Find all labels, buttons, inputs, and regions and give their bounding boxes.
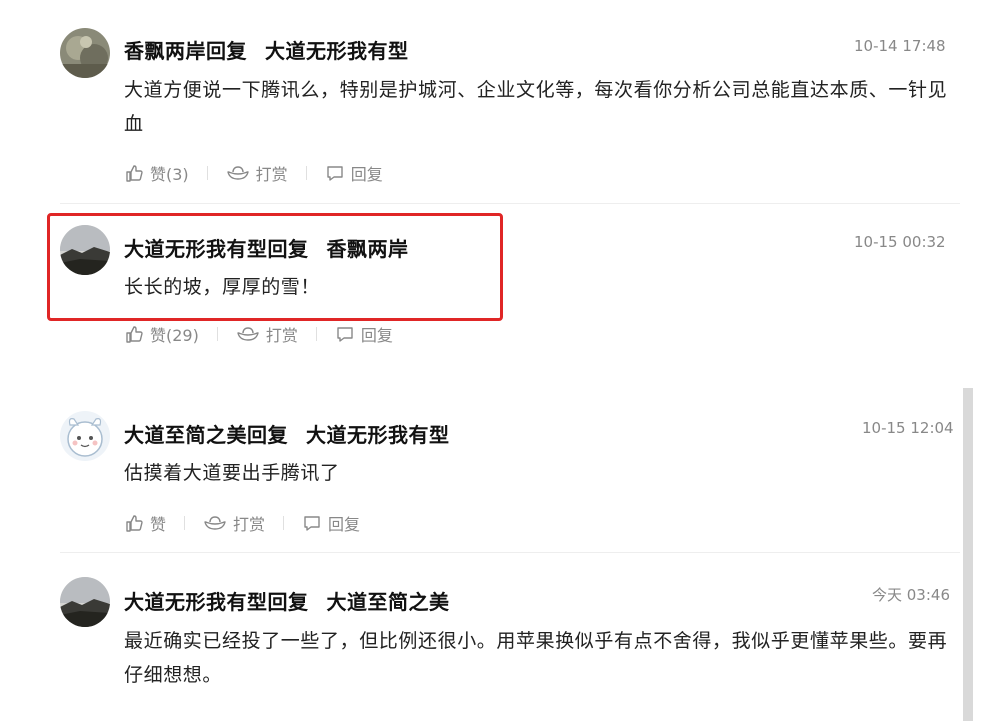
comment-divider bbox=[60, 203, 960, 204]
like-count: 赞(29) bbox=[150, 326, 199, 345]
avatar[interactable] bbox=[60, 411, 110, 461]
reply-target-name[interactable]: 大道至简之美 bbox=[327, 590, 450, 614]
thumbs-up-icon bbox=[126, 165, 143, 182]
avatar[interactable] bbox=[60, 28, 110, 78]
comment-actions: 赞(29) 打赏 回复 bbox=[124, 322, 393, 346]
author-name[interactable]: 香飘两岸 bbox=[124, 39, 206, 63]
reply-word: 回复 bbox=[267, 590, 309, 614]
comment-time: 10-14 17:48 bbox=[854, 37, 946, 55]
reply-label: 回复 bbox=[328, 515, 361, 534]
comment-bubble-icon bbox=[326, 166, 343, 181]
thumbs-up-icon bbox=[126, 515, 143, 532]
thumbs-up-icon bbox=[126, 326, 143, 343]
action-divider bbox=[216, 327, 218, 341]
action-divider bbox=[283, 516, 285, 530]
comment-header: 大道至简之美回复 大道无形我有型 bbox=[124, 419, 450, 448]
like-button[interactable]: 赞(3) bbox=[124, 161, 189, 185]
action-divider bbox=[184, 516, 186, 530]
comment-divider bbox=[60, 552, 960, 553]
reply-label: 回复 bbox=[360, 326, 393, 345]
tip-label: 打赏 bbox=[233, 515, 266, 534]
tip-button[interactable]: 打赏 bbox=[203, 511, 265, 535]
like-button[interactable]: 赞 bbox=[124, 511, 166, 535]
comment-text: 估摸着大道要出手腾讯了 bbox=[124, 462, 340, 484]
comment-header: 大道无形我有型回复 大道至简之美 bbox=[124, 586, 450, 615]
like-count: 赞(3) bbox=[150, 165, 189, 184]
action-divider bbox=[305, 166, 307, 180]
comment-header: 香飘两岸回复 大道无形我有型 bbox=[124, 35, 409, 64]
reply-button[interactable]: 回复 bbox=[302, 511, 360, 535]
comment-time: 今天 03:46 bbox=[872, 586, 950, 604]
reply-word: 回复 bbox=[247, 423, 288, 447]
comment-text: 最近确实已经投了一些了，但比例还很小。用苹果换似乎有点不舍得，我似乎更懂苹果些。… bbox=[124, 630, 948, 686]
comment-bubble-icon bbox=[337, 327, 353, 342]
comment-bubble-icon bbox=[304, 516, 320, 531]
action-divider bbox=[206, 166, 208, 180]
tip-label: 打赏 bbox=[265, 326, 298, 345]
reply-button[interactable]: 回复 bbox=[335, 322, 393, 346]
like-button[interactable]: 赞(29) bbox=[124, 322, 199, 346]
comment-time: 10-15 00:32 bbox=[854, 233, 946, 251]
ingot-icon bbox=[237, 327, 259, 341]
tip-label: 打赏 bbox=[255, 165, 288, 184]
ingot-icon bbox=[204, 516, 226, 530]
scrollbar[interactable] bbox=[963, 388, 973, 721]
author-name[interactable]: 大道至简之美 bbox=[124, 423, 247, 447]
comment-time: 10-15 12:04 bbox=[862, 419, 954, 437]
reply-target-name[interactable]: 大道无形我有型 bbox=[306, 423, 450, 447]
comment-thread: 香飘两岸回复 大道无形我有型 10-14 17:48 大道方便说一下腾讯么，特别是… bbox=[0, 0, 1000, 721]
reply-target-name[interactable]: 大道无形我有型 bbox=[265, 39, 409, 63]
comment-text: 大道方便说一下腾讯么，特别是护城河、企业文化等，每次看你分析公司总能直达本质、一… bbox=[124, 79, 948, 135]
comment-actions: 赞(3) 打赏 回复 bbox=[124, 161, 383, 185]
avatar[interactable] bbox=[60, 577, 110, 627]
comment-actions: 赞 打赏 回复 bbox=[124, 511, 360, 535]
action-divider bbox=[315, 327, 317, 341]
like-count: 赞 bbox=[150, 515, 167, 534]
reply-button[interactable]: 回复 bbox=[325, 161, 383, 185]
ingot-icon bbox=[226, 166, 249, 180]
highlight-box bbox=[47, 213, 503, 321]
reply-word: 回复 bbox=[206, 39, 247, 63]
tip-button[interactable]: 打赏 bbox=[236, 322, 298, 346]
tip-button[interactable]: 打赏 bbox=[226, 161, 288, 185]
author-name[interactable]: 大道无形我有型 bbox=[124, 590, 268, 614]
reply-label: 回复 bbox=[350, 165, 383, 184]
